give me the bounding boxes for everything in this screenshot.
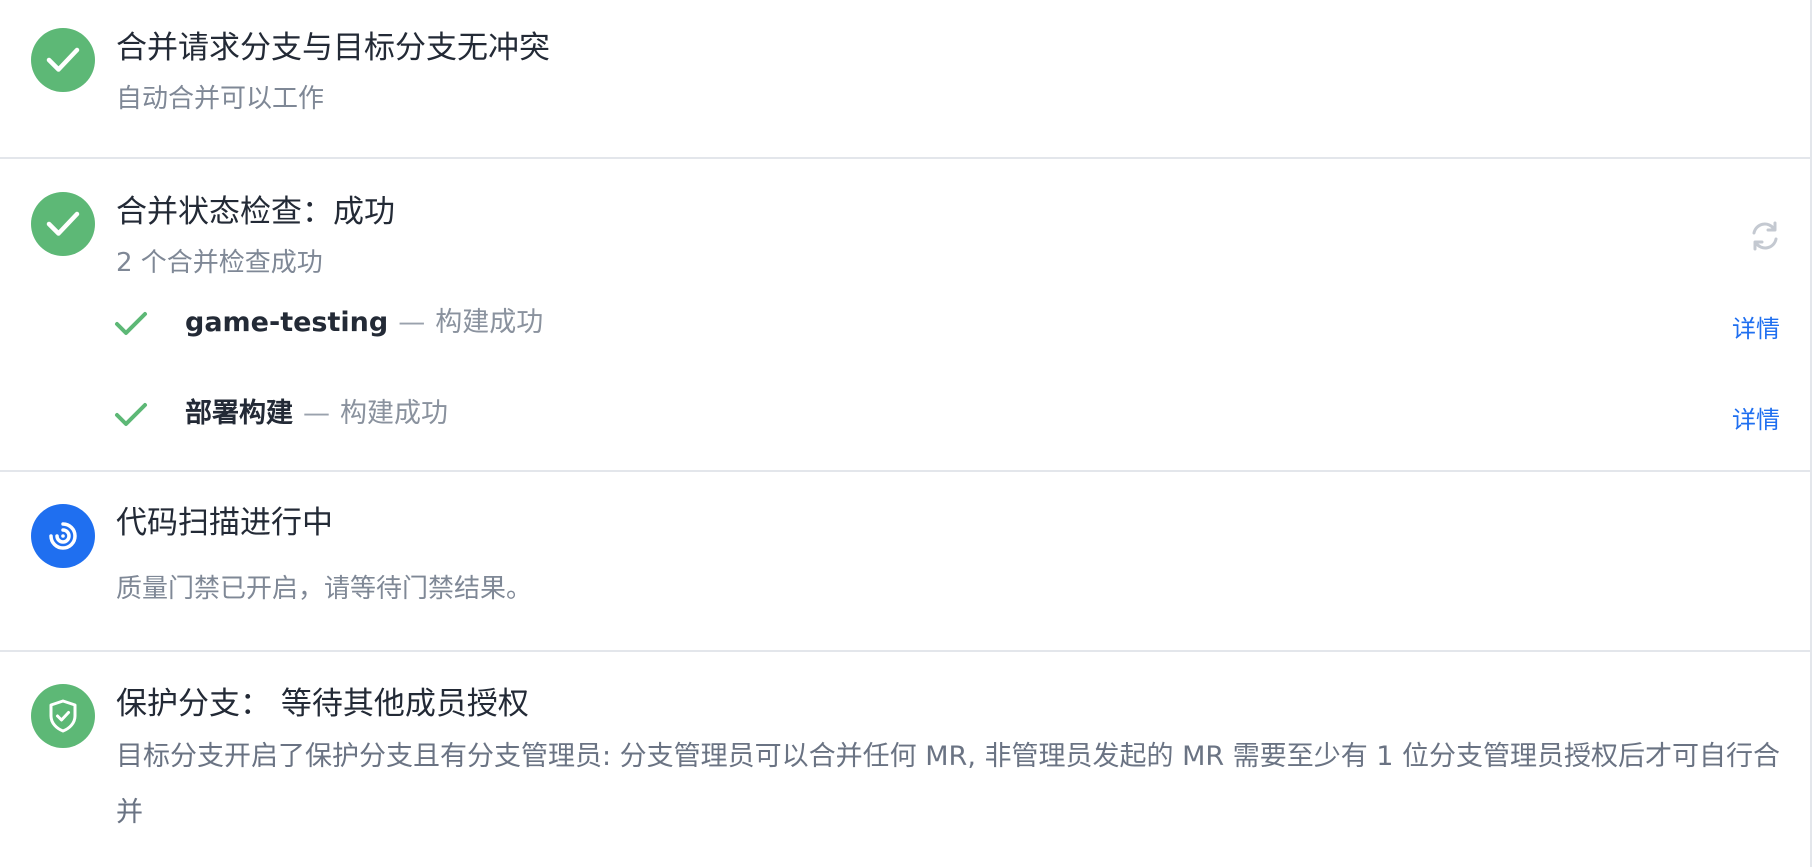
- check-icon: [115, 312, 147, 335]
- protected-branch-title: 保护分支： 等待其他成员授权: [116, 686, 529, 722]
- check-text: 部署构建 — 构建成功: [185, 398, 448, 430]
- check-text: game-testing — 构建成功: [185, 307, 543, 339]
- detail-link[interactable]: 详情: [1732, 400, 1780, 435]
- protected-branch-description: 目标分支开启了保护分支且有分支管理员: 分支管理员可以合并任何 MR, 非管理员…: [116, 741, 1781, 828]
- check-status: 构建成功: [340, 398, 448, 429]
- status-check-title: 合并状态检查：成功: [116, 194, 395, 230]
- refresh-icon[interactable]: [1748, 219, 1782, 253]
- check-separator: —: [398, 307, 426, 338]
- merge-checks-panel: 合并请求分支与目标分支无冲突 自动合并可以工作 合并状态检查：成功 2 个合并检…: [0, 0, 1812, 867]
- check-circle-icon: [31, 28, 95, 92]
- check-row-deploy-build: 部署构建 — 构建成功 详情: [0, 392, 1812, 442]
- conflict-title: 合并请求分支与目标分支无冲突: [116, 30, 550, 66]
- conflict-subtitle: 自动合并可以工作: [116, 84, 325, 114]
- check-name: game-testing: [185, 307, 389, 338]
- check-status: 构建成功: [435, 307, 544, 338]
- code-scan-section: 代码扫描进行中 质量门禁已开启，请等待门禁结果。: [0, 472, 1812, 650]
- conflict-section: 合并请求分支与目标分支无冲突 自动合并可以工作: [0, 0, 1812, 158]
- scan-spinner-icon: [31, 504, 95, 568]
- check-name: 部署构建: [185, 398, 293, 429]
- detail-link[interactable]: 详情: [1732, 309, 1780, 344]
- shield-check-icon: [31, 684, 95, 748]
- protected-branch-section: 保护分支： 等待其他成员授权 目标分支开启了保护分支且有分支管理员: 分支管理员…: [0, 652, 1812, 867]
- code-scan-title: 代码扫描进行中: [116, 505, 333, 541]
- status-check-section: 合并状态检查：成功 2 个合并检查成功 game-testing — 构建成功 详情: [0, 159, 1812, 470]
- check-separator: —: [303, 398, 330, 429]
- check-icon: [115, 403, 147, 426]
- check-row-game-testing: game-testing — 构建成功 详情: [0, 301, 1812, 351]
- check-circle-icon: [31, 192, 95, 256]
- status-check-subtitle: 2 个合并检查成功: [116, 248, 323, 278]
- code-scan-subtitle: 质量门禁已开启，请等待门禁结果。: [116, 574, 533, 604]
